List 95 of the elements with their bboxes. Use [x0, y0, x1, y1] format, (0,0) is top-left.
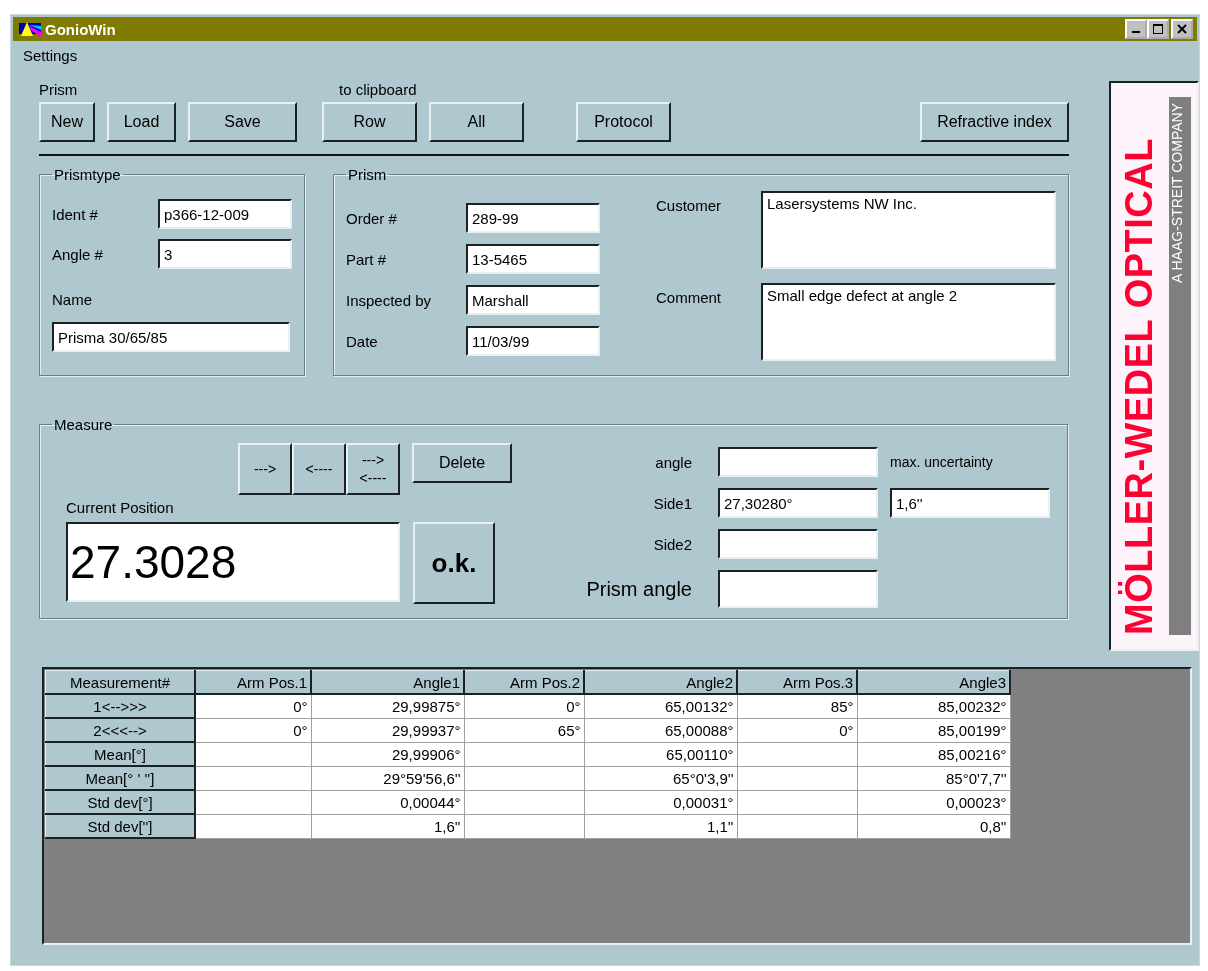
table-cell: 0°	[195, 694, 311, 718]
field-label: Part #	[346, 250, 387, 268]
field-label: angle	[654, 453, 692, 471]
tagline: A HAAG-STREIT COMPANY	[1168, 102, 1185, 283]
angle-field[interactable]	[718, 447, 878, 477]
table-cell: 65,00088°	[584, 718, 737, 742]
prism-label: Prism	[39, 81, 79, 98]
column-header[interactable]: Angle1	[311, 670, 464, 694]
table-cell: 1,1''	[584, 814, 737, 838]
field-label: Inspected by	[346, 291, 432, 309]
close-button[interactable]	[1171, 19, 1193, 39]
customer-field[interactable]: Lasersystems NW Inc.	[761, 191, 1056, 269]
field-label: Date	[346, 332, 378, 350]
text-field[interactable]: 289-99	[466, 203, 600, 233]
angle-field[interactable]	[718, 570, 878, 608]
field-label: Angle #	[52, 245, 103, 263]
field-label: Prism angle	[585, 577, 692, 601]
column-header[interactable]: Arm Pos.3	[737, 670, 857, 694]
close-icon	[1177, 24, 1187, 34]
text-field[interactable]: 13-5465	[466, 244, 600, 274]
table-cell: 0,00023°	[857, 790, 1010, 814]
table-cell: 0°	[195, 718, 311, 742]
protocol-button[interactable]: Protocol	[576, 102, 671, 142]
toolbar-button[interactable]: Load	[107, 102, 176, 142]
row-header[interactable]: Std dev[°]	[45, 790, 195, 814]
column-header[interactable]: Measurement#	[45, 670, 195, 694]
table-cell: 1,6''	[311, 814, 464, 838]
refractive-index-button[interactable]: Refractive index	[920, 102, 1069, 142]
table-cell: 65,00132°	[584, 694, 737, 718]
name-field[interactable]: Prisma 30/65/85	[52, 322, 290, 352]
window-title: GonioWin	[45, 20, 116, 38]
table-cell: 85,00216°	[857, 742, 1010, 766]
table-cell: 29,99906°	[311, 742, 464, 766]
column-header[interactable]: Angle3	[857, 670, 1010, 694]
column-header[interactable]: Angle2	[584, 670, 737, 694]
column-header[interactable]: Arm Pos.2	[464, 670, 584, 694]
minimize-icon	[1132, 31, 1140, 33]
field-label: Ident #	[52, 205, 98, 223]
prism-icon	[19, 20, 41, 38]
clipboard-button[interactable]: All	[429, 102, 524, 142]
table-cell: 85,00199°	[857, 718, 1010, 742]
direction-button[interactable]: <----	[292, 443, 346, 495]
table-cell: 0,00044°	[311, 790, 464, 814]
ok-button[interactable]: o.k.	[413, 522, 495, 604]
direction-button[interactable]: ---> <----	[346, 443, 400, 495]
delete-button[interactable]: Delete	[412, 443, 512, 483]
row-header[interactable]: 2<<<-->	[45, 718, 195, 742]
field-label: Name	[52, 291, 93, 308]
comment-field[interactable]: Small edge defect at angle 2	[761, 283, 1056, 361]
direction-button[interactable]: --->	[238, 443, 292, 495]
row-header[interactable]: 1<-->>>	[45, 694, 195, 718]
maximize-button[interactable]	[1147, 19, 1169, 39]
column-header[interactable]: Arm Pos.1	[195, 670, 311, 694]
table-cell: 0°	[464, 694, 584, 718]
angle-field[interactable]	[718, 529, 878, 559]
minimize-button[interactable]	[1125, 19, 1147, 39]
table-cell: 85°	[737, 694, 857, 718]
table-cell: 65°0'3,9''	[584, 766, 737, 790]
clipboard-label: to clipboard	[339, 81, 418, 98]
toolbar-button[interactable]: New	[39, 102, 95, 142]
text-field[interactable]: 11/03/99	[466, 326, 600, 356]
ident-field[interactable]: p366-12-009	[158, 199, 292, 229]
table-cell: 65,00110°	[584, 742, 737, 766]
table-cell: 0,00031°	[584, 790, 737, 814]
group-title: Prismtype	[53, 166, 122, 183]
table-cell: 0,8''	[857, 814, 1010, 838]
field-label: Side2	[652, 535, 692, 553]
group-title: Prism	[347, 166, 388, 183]
field-label: Side1	[652, 494, 692, 512]
field-label: Order #	[346, 209, 397, 227]
brand-name: MÖLLER-WEDEL OPTICAL	[1117, 137, 1161, 635]
row-header[interactable]: Mean[°]	[45, 742, 195, 766]
table-cell: 0°	[737, 718, 857, 742]
table-cell: 85°0'7,7''	[857, 766, 1010, 790]
table-cell: 29,99875°	[311, 694, 464, 718]
current-position-display: 27.3028	[66, 522, 400, 602]
current-position-label: Current Position	[66, 499, 175, 516]
uncertainty-label: max. uncertainty	[890, 454, 993, 470]
row-header[interactable]: Std dev['']	[45, 814, 195, 838]
angle-field[interactable]: 27,30280°	[718, 488, 878, 518]
field-label: Customer	[656, 197, 722, 214]
group-title: Measure	[53, 416, 114, 433]
maximize-icon	[1153, 24, 1163, 34]
text-field[interactable]: Marshall	[466, 285, 600, 315]
table-cell: 65°	[464, 718, 584, 742]
clipboard-button[interactable]: Row	[322, 102, 417, 142]
uncertainty-field[interactable]: 1,6''	[890, 488, 1050, 518]
toolbar-button[interactable]: Save	[188, 102, 297, 142]
menu-item[interactable]: Settings	[23, 47, 78, 64]
angle-field[interactable]: 3	[158, 239, 292, 269]
field-label: Comment	[656, 289, 722, 306]
table-cell: 29°59'56,6''	[311, 766, 464, 790]
table-cell: 85,00232°	[857, 694, 1010, 718]
row-header[interactable]: Mean[° ' '']	[45, 766, 195, 790]
table-cell: 29,99937°	[311, 718, 464, 742]
